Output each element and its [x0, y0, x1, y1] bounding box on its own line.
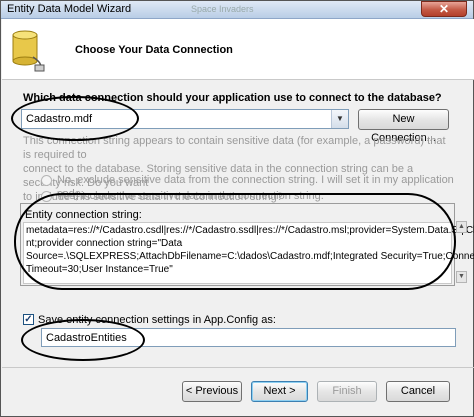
annotation-ellipse-entities-name — [21, 319, 145, 361]
new-connection-button[interactable]: New Connection... — [358, 109, 449, 144]
window-title: Entity Data Model Wizard — [7, 3, 132, 15]
title-bar: Entity Data Model Wizard Space Invaders … — [1, 1, 473, 19]
background-window-title: Space Invaders — [191, 4, 254, 14]
wizard-header: Choose Your Data Connection — [2, 19, 474, 80]
next-button[interactable]: Next > — [251, 381, 308, 402]
chevron-down-icon[interactable]: ▼ — [331, 110, 348, 128]
finish-button[interactable]: Finish — [317, 381, 377, 402]
annotation-ellipse-connection — [11, 96, 139, 141]
page-title: Choose Your Data Connection — [75, 44, 233, 56]
cancel-button[interactable]: Cancel — [386, 381, 450, 402]
close-icon[interactable]: ✕ — [421, 1, 467, 17]
database-icon — [12, 30, 45, 72]
scroll-down-icon[interactable]: ▼ — [456, 271, 467, 283]
annotation-ellipse-entity-string — [14, 193, 456, 290]
wizard-window: Entity Data Model Wizard Space Invaders … — [0, 0, 474, 417]
previous-button[interactable]: < Previous — [182, 381, 242, 402]
radio-exclude-sensitive[interactable] — [41, 175, 52, 186]
footer-divider — [2, 367, 474, 368]
scroll-up-icon[interactable]: ▲ — [456, 221, 467, 233]
save-settings-checkbox[interactable]: ✓ — [23, 314, 34, 325]
